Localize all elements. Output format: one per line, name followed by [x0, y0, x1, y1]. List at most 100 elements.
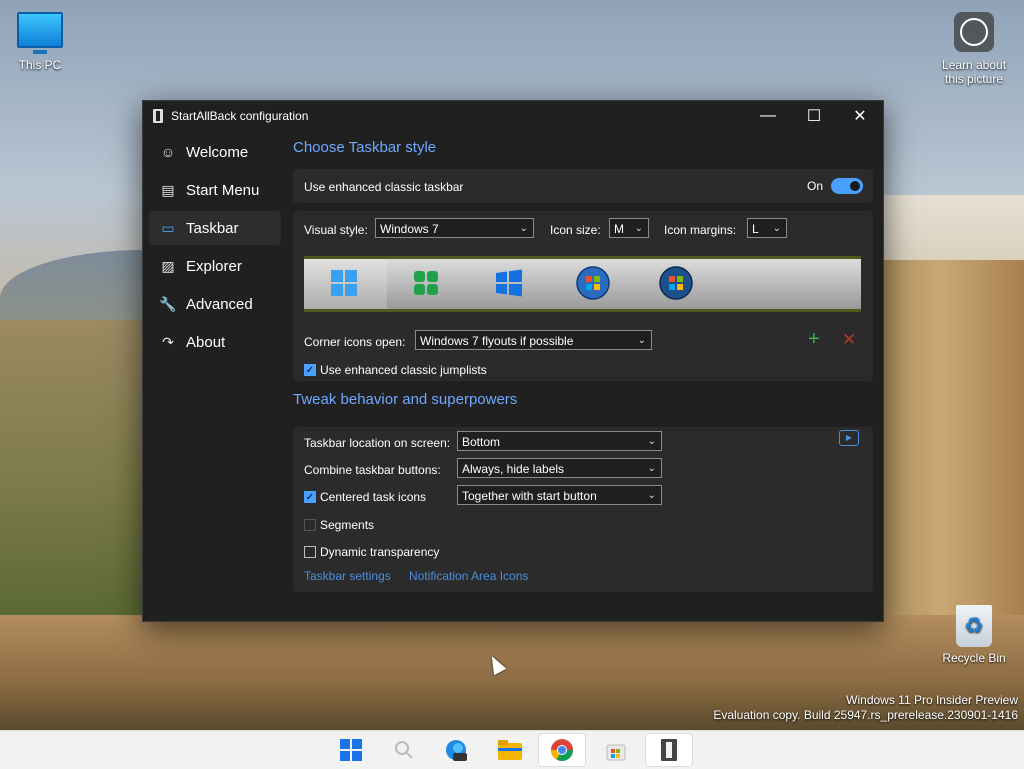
sidebar-item-label: Start Menu	[186, 181, 260, 199]
about-icon: ↷	[162, 333, 174, 350]
select-value: Bottom	[462, 435, 501, 449]
os-watermark: Windows 11 Pro Insider Preview Evaluatio…	[713, 693, 1018, 723]
enhanced-taskbar-toggle[interactable]	[831, 178, 863, 194]
select-value: L	[752, 222, 759, 236]
taskbar-settings-link[interactable]: Taskbar settings	[304, 569, 391, 583]
desktop-icon-label: This PC	[18, 58, 62, 72]
windows-11-logo-icon[interactable]	[330, 269, 358, 297]
remove-icon[interactable]: ✕	[842, 330, 856, 350]
segments-label: Segments	[320, 518, 375, 532]
watermark-line-2: Evaluation copy. Build 25947.rs_prerelea…	[713, 708, 1018, 722]
jumplists-checkbox[interactable]: ✓	[304, 364, 316, 376]
chevron-down-icon: ⌄	[519, 223, 528, 234]
minimize-button[interactable]: —	[745, 101, 791, 131]
taskbar-startallback-button[interactable]	[645, 733, 693, 767]
add-icon[interactable]: +	[808, 328, 820, 351]
windows-7-orb-icon[interactable]	[576, 266, 610, 300]
taskbar-store-button[interactable]	[592, 733, 640, 767]
wrench-icon: 🔧	[159, 295, 177, 312]
taskbar-edge-button[interactable]	[432, 733, 480, 767]
location-label: Taskbar location on screen:	[304, 436, 451, 450]
desktop-icon-label: Learn about this picture	[941, 58, 1007, 86]
taskbar-style-preview	[304, 256, 861, 312]
visual-style-label: Visual style:	[304, 223, 368, 237]
chevron-down-icon: ⌄	[647, 490, 656, 501]
recycle-bin-icon: ♻	[956, 605, 992, 647]
maximize-button[interactable]: ☐	[791, 101, 837, 131]
sidebar-item-welcome[interactable]: ☺ Welcome	[149, 135, 281, 169]
section-title-tweak: Tweak behavior and superpowers	[293, 391, 518, 408]
title-bar[interactable]: StartAllBack configuration — ☐ ✕	[143, 101, 883, 131]
app-icon	[153, 109, 163, 123]
start-button[interactable]	[327, 733, 375, 767]
visual-style-select[interactable]: Windows 7 ⌄	[375, 218, 534, 238]
search-button[interactable]	[380, 733, 428, 767]
sidebar-item-about[interactable]: ↷ About	[149, 325, 281, 359]
jumplists-label: Use enhanced classic jumplists	[320, 363, 487, 377]
window-title: StartAllBack configuration	[171, 109, 309, 123]
tweak-card: Taskbar location on screen: Bottom ⌄ ▶ Co…	[293, 427, 873, 592]
icon-size-label: Icon size:	[550, 223, 601, 237]
start-menu-icon: ▤	[161, 181, 175, 198]
edge-preview-icon	[446, 740, 467, 761]
desktop-icon-label: Recycle Bin	[942, 651, 1006, 665]
taskbar	[0, 730, 1024, 769]
centered-label: Centered task icons	[320, 490, 427, 504]
chevron-down-icon: ⌄	[647, 463, 656, 474]
segments-checkbox[interactable]	[304, 519, 316, 531]
sidebar-item-label: Explorer	[186, 257, 242, 275]
sidebar-item-label: Advanced	[186, 295, 253, 313]
video-help-icon[interactable]: ▶	[839, 430, 859, 446]
jumplists-checkbox-row[interactable]: ✓ Use enhanced classic jumplists	[304, 363, 487, 377]
corner-icons-select[interactable]: Windows 7 flyouts if possible ⌄	[415, 330, 652, 350]
search-icon	[395, 741, 413, 759]
icon-margins-select[interactable]: L ⌄	[747, 218, 787, 238]
explorer-icon: ▨	[161, 257, 175, 274]
visual-style-card: Visual style: Windows 7 ⌄ Icon size: M ⌄ I…	[293, 211, 873, 381]
desktop-icon-recycle-bin[interactable]: ♻ Recycle Bin	[934, 605, 1014, 665]
chrome-icon	[551, 739, 573, 761]
windows-8-logo-icon[interactable]	[412, 269, 440, 297]
sidebar-item-label: Taskbar	[186, 219, 239, 237]
icon-margins-label: Icon margins:	[664, 223, 737, 237]
sidebar-item-label: Welcome	[186, 143, 249, 161]
enhanced-taskbar-card: Use enhanced classic taskbar On	[293, 169, 873, 203]
select-value: Windows 7 flyouts if possible	[420, 334, 574, 348]
sidebar-item-start-menu[interactable]: ▤ Start Menu	[149, 173, 281, 207]
sidebar-item-explorer[interactable]: ▨ Explorer	[149, 249, 281, 283]
taskbar-icon: ▭	[161, 219, 175, 236]
section-title-taskbar-style: Choose Taskbar style	[293, 139, 437, 156]
dynamic-transparency-label: Dynamic transparency	[320, 545, 440, 559]
camera-icon	[954, 12, 994, 52]
chevron-down-icon: ⌄	[772, 223, 781, 234]
windows-vista-orb-icon[interactable]	[659, 266, 693, 300]
startallback-icon	[661, 739, 677, 761]
dynamic-checkbox-row[interactable]: Dynamic transparency	[304, 545, 439, 559]
icon-size-select[interactable]: M ⌄	[609, 218, 649, 238]
chevron-down-icon: ⌄	[647, 436, 656, 447]
close-button[interactable]: ✕	[837, 101, 883, 131]
notification-area-icons-link[interactable]: Notification Area Icons	[409, 569, 528, 583]
combine-select[interactable]: Always, hide labels ⌄	[457, 458, 662, 478]
content-pane: Choose Taskbar style Use enhanced classi…	[293, 131, 873, 592]
windows-10-logo-icon[interactable]	[495, 269, 523, 297]
select-value: Together with start button	[462, 489, 597, 503]
segments-checkbox-row[interactable]: Segments	[304, 518, 374, 532]
location-select[interactable]: Bottom ⌄	[457, 431, 662, 451]
centered-checkbox-row[interactable]: ✓ Centered task icons	[304, 490, 426, 504]
dynamic-transparency-checkbox[interactable]	[304, 546, 316, 558]
config-window: StartAllBack configuration — ☐ ✕ ☺ Welco…	[142, 100, 884, 622]
select-value: M	[614, 222, 624, 236]
desktop-icon-this-pc[interactable]: This PC	[0, 12, 80, 72]
centered-select[interactable]: Together with start button ⌄	[457, 485, 662, 505]
enhanced-taskbar-label: Use enhanced classic taskbar	[304, 180, 464, 194]
sidebar-item-advanced[interactable]: 🔧 Advanced	[149, 287, 281, 321]
taskbar-file-explorer-button[interactable]	[486, 733, 534, 767]
select-value: Always, hide labels	[462, 462, 565, 476]
centered-checkbox[interactable]: ✓	[304, 491, 316, 503]
desktop-icon-learn-picture[interactable]: Learn about this picture	[934, 12, 1014, 86]
sidebar-item-taskbar[interactable]: ▭ Taskbar	[149, 211, 281, 245]
taskbar-chrome-button[interactable]	[538, 733, 586, 767]
select-value: Windows 7	[380, 222, 439, 236]
store-icon	[606, 744, 626, 761]
